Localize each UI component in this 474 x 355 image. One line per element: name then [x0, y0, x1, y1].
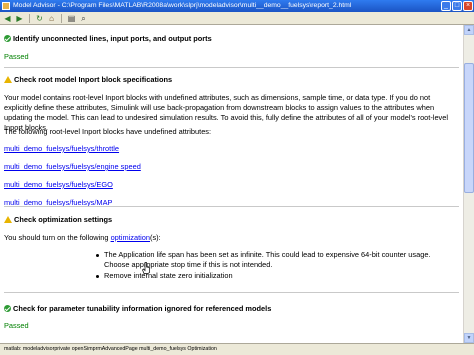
back-icon[interactable]: ◀ [3, 14, 12, 23]
check-passed-icon [4, 35, 11, 42]
check-header: Check root model Inport block specificat… [4, 75, 459, 84]
refresh-icon[interactable]: ↻ [35, 14, 44, 23]
scroll-up-icon[interactable]: ▲ [464, 25, 474, 35]
inport-link-throttle[interactable]: multi_demo_fuelsys/fuelsys/throttle [4, 144, 459, 153]
list-intro: The following root-level Inport blocks h… [4, 127, 212, 136]
close-button[interactable]: × [463, 1, 473, 11]
status-bar: matlab: modeladvisorprivate openSimprmAd… [0, 343, 474, 355]
window-title: Model Advisor - C:\Program Files\MATLAB\… [13, 2, 352, 9]
check-header: Check optimization settings [4, 215, 459, 224]
toolbar-separator [29, 13, 30, 23]
check-header: Identify unconnected lines, input ports,… [4, 34, 459, 43]
app-icon [2, 2, 10, 10]
check-section: Check root model Inport block specificat… [4, 75, 459, 84]
scrollbar-thumb[interactable] [464, 63, 474, 193]
minimize-button[interactable]: _ [441, 1, 451, 11]
vertical-scrollbar[interactable]: ▲ ▼ [463, 25, 474, 343]
optimization-text: You should turn on the following optimiz… [4, 233, 459, 242]
check-result: Passed [4, 321, 29, 330]
inport-link-list: multi_demo_fuelsys/fuelsys/throttle mult… [4, 144, 459, 207]
text-after-link: (s): [150, 233, 161, 242]
check-result: Passed [4, 52, 29, 61]
divider [4, 67, 459, 68]
warning-icon [4, 76, 12, 83]
scroll-down-icon[interactable]: ▼ [464, 333, 474, 343]
check-title: Identify unconnected lines, input ports,… [13, 34, 212, 43]
print-icon[interactable]: ▤ [67, 14, 76, 23]
warning-icon [4, 216, 12, 223]
text-before-link: You should turn on the following [4, 233, 111, 242]
check-title: Check for parameter tunability informati… [13, 304, 272, 313]
check-title: Check root model Inport block specificat… [14, 75, 173, 84]
optimization-link[interactable]: optimization [111, 233, 150, 242]
inport-link-ego[interactable]: multi_demo_fuelsys/fuelsys/EGO [4, 180, 459, 189]
title-bar: Model Advisor - C:\Program Files\MATLAB\… [0, 0, 474, 12]
forward-icon[interactable]: ▶ [15, 14, 24, 23]
check-section: Check optimization settings [4, 215, 459, 224]
inport-link-engine-speed[interactable]: multi_demo_fuelsys/fuelsys/engine speed [4, 162, 459, 171]
find-icon[interactable]: ⌕ [79, 14, 88, 23]
report-content: Identify unconnected lines, input ports,… [0, 25, 463, 343]
check-passed-icon [4, 305, 11, 312]
check-section: Check for parameter tunability informati… [4, 304, 459, 313]
maximize-button[interactable]: □ [452, 1, 462, 11]
home-icon[interactable]: ⌂ [47, 14, 56, 23]
check-header: Check for parameter tunability informati… [4, 304, 459, 313]
toolbar-separator [61, 13, 62, 23]
toolbar: ◀ ▶ ↻ ⌂ ▤ ⌕ [0, 12, 474, 25]
check-title: Check optimization settings [14, 215, 113, 224]
divider [4, 206, 459, 207]
check-section: Identify unconnected lines, input ports,… [4, 34, 459, 43]
status-text: matlab: modeladvisorprivate openSimprmAd… [4, 346, 217, 352]
hand-cursor-icon [142, 262, 150, 274]
divider [4, 292, 459, 293]
window-controls: _ □ × [441, 1, 473, 11]
